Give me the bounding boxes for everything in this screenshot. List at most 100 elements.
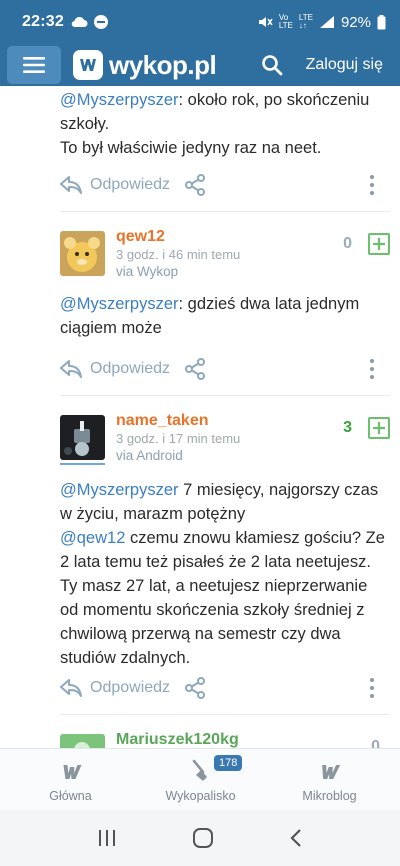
microblog-icon xyxy=(321,765,340,779)
comment-line: chwilową przerwą na semestr czy dwa xyxy=(60,622,390,646)
comment-line: w życiu, marazm potężny xyxy=(60,502,390,526)
reply-button[interactable]: Odpowiedz xyxy=(90,360,170,378)
status-time: 22:32 xyxy=(22,13,64,30)
comment-line: szkoły. xyxy=(60,112,390,136)
avatar[interactable] xyxy=(60,734,105,748)
nav-item-wykopalisko[interactable]: 178 Wykopalisko xyxy=(134,749,267,811)
lte-icon: LTE ↓↑ xyxy=(298,13,313,30)
vote-count: 0 xyxy=(343,235,352,252)
nav-item-mikroblog[interactable]: Mikroblog xyxy=(263,749,396,811)
comment-text: ciągiem może xyxy=(60,319,162,337)
comment-text: 7 miesięcy, najgorszy czas xyxy=(178,481,379,499)
more-options-button[interactable] xyxy=(364,173,380,197)
reply-icon[interactable] xyxy=(60,175,82,195)
vote-count: 0 xyxy=(371,738,380,748)
comment-source: via Android xyxy=(116,448,183,463)
comment-line: studiów zdalnych. xyxy=(60,646,390,670)
comment-line: 2 lata temu też pisałeś że 2 lata neetuj… xyxy=(60,550,390,574)
share-button[interactable] xyxy=(184,677,206,699)
comment-actions: Odpowiedz xyxy=(60,167,390,203)
reply-icon[interactable] xyxy=(60,678,82,698)
comment-text: Ty masz 27 lat, a neetujesz nieprzerwani… xyxy=(60,577,368,595)
shovel-icon xyxy=(192,759,207,781)
share-icon xyxy=(185,174,206,196)
comment-text: 2 lata temu też pisałeś że 2 lata neetuj… xyxy=(60,553,371,571)
divider xyxy=(60,714,390,715)
reply-button[interactable]: Odpowiedz xyxy=(90,176,170,194)
avatar[interactable] xyxy=(60,415,105,460)
avatar-underline xyxy=(60,463,105,465)
nav-label: Wykopalisko xyxy=(165,789,236,803)
upvote-button[interactable] xyxy=(368,417,390,439)
comment-text: : gdzieś dwa lata jednym xyxy=(178,295,360,313)
wykop-logo-icon xyxy=(73,50,103,80)
more-options-button[interactable] xyxy=(364,676,380,700)
comment-time: 3 godz. i 17 min temu xyxy=(116,431,241,446)
share-button[interactable] xyxy=(184,358,206,380)
comment-text: : około rok, po skończeniu xyxy=(178,91,370,109)
mute-icon xyxy=(258,17,273,27)
nav-label: Mikroblog xyxy=(302,789,357,803)
signal-icon xyxy=(319,16,334,28)
comment-text: czemu znowu kłamiesz gościu? Ze xyxy=(125,529,385,547)
author-name[interactable]: name_taken xyxy=(116,412,209,430)
comment-actions: Odpowiedz xyxy=(60,351,390,387)
avatar[interactable] xyxy=(60,231,105,276)
cloud-icon xyxy=(71,16,88,28)
mention-link[interactable]: @Myszerpyszer xyxy=(60,295,179,313)
logo-text: wykop.pl xyxy=(109,49,217,80)
comment-line: Ty masz 27 lat, a neetujesz nieprzerwani… xyxy=(60,574,390,598)
comment-time: 3 godz. i 46 min temu xyxy=(116,247,241,262)
nav-label: Główna xyxy=(49,789,92,803)
comment-header: name_taken 3 godz. i 17 min temu via And… xyxy=(60,412,390,477)
share-icon xyxy=(185,677,206,699)
divider xyxy=(60,395,390,396)
comment-line: od momentu skończenia szkoły średniej z xyxy=(60,598,390,622)
status-bar: 22:32 Vo LTE LTE ↓↑ 92% xyxy=(0,0,400,44)
mention-link[interactable]: @Myszerpyszer xyxy=(60,481,179,499)
share-icon xyxy=(185,358,206,380)
comment-line: ciągiem może xyxy=(60,316,390,340)
system-navigation-bar xyxy=(0,810,400,866)
nav-badge: 178 xyxy=(214,755,243,771)
comment-header: qew12 3 godz. i 46 min temu via Wykop 0 xyxy=(60,228,390,293)
mention-link[interactable]: @qew12 xyxy=(60,529,125,547)
plus-icon xyxy=(373,422,385,434)
reply-button[interactable]: Odpowiedz xyxy=(90,679,170,697)
menu-button[interactable] xyxy=(7,46,61,84)
author-name[interactable]: qew12 xyxy=(116,228,165,246)
home-icon[interactable] xyxy=(192,827,214,849)
vote-count: 3 xyxy=(343,419,352,436)
nav-item-glowna[interactable]: Główna xyxy=(4,749,137,811)
app-header: wykop.pl Zaloguj się xyxy=(0,44,400,86)
author-name[interactable]: Mariuszek120kg xyxy=(116,731,239,748)
battery-percent: 92% xyxy=(340,13,371,31)
plus-icon xyxy=(373,238,385,250)
bottom-navigation: Główna 178 Wykopalisko Mikroblog xyxy=(0,748,400,810)
upvote-button[interactable] xyxy=(368,233,390,255)
back-icon[interactable] xyxy=(289,828,303,848)
mention-link[interactable]: @Myszerpyszer xyxy=(60,91,179,109)
more-options-button[interactable] xyxy=(364,357,380,381)
comment-line: To był właściwie jedyny raz na neet. xyxy=(60,136,390,160)
comment-text: chwilową przerwą na semestr czy dwa xyxy=(60,625,341,643)
battery-icon xyxy=(377,14,386,29)
comment-body: @Myszerpyszer 7 miesięcy, najgorszy czas… xyxy=(60,478,390,670)
comment-text: od momentu skończenia szkoły średniej z xyxy=(60,601,365,619)
share-button[interactable] xyxy=(184,174,206,196)
status-right: Vo LTE LTE ↓↑ 92% xyxy=(257,14,386,31)
login-button[interactable]: Zaloguj się xyxy=(306,56,383,74)
search-icon xyxy=(261,55,283,76)
search-button[interactable] xyxy=(252,45,292,85)
comment-actions: Odpowiedz xyxy=(60,670,390,706)
comment-line: @Myszerpyszer: gdzieś dwa lata jednym xyxy=(60,292,390,316)
reply-icon[interactable] xyxy=(60,359,82,379)
do-not-disturb-icon xyxy=(93,15,108,29)
recent-apps-icon[interactable] xyxy=(97,829,117,847)
comment-body: @Myszerpyszer: około rok, po skończeniu … xyxy=(60,88,390,160)
wykop-logo[interactable]: wykop.pl xyxy=(73,49,217,81)
hamburger-icon xyxy=(23,57,45,73)
comment-text: To był właściwie jedyny raz na neet. xyxy=(60,139,322,157)
status-notification-icons xyxy=(70,14,109,30)
comment-line: @Myszerpyszer: około rok, po skończeniu xyxy=(60,88,390,112)
